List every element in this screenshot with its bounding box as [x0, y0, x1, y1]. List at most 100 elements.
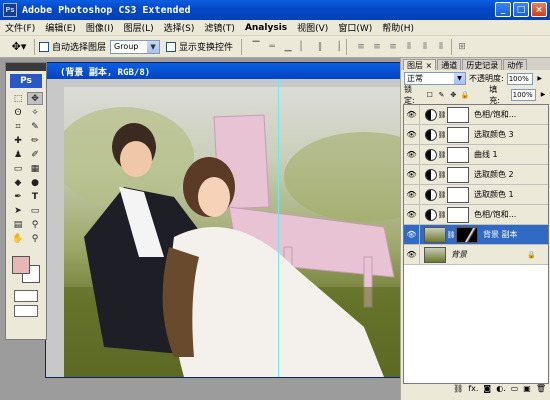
eye-icon[interactable]: 👁 — [404, 144, 420, 165]
align-vcenter-icon[interactable]: ═ — [266, 41, 278, 53]
link-icon[interactable]: ⛓ — [437, 191, 447, 199]
link-icon[interactable]: ⛓ — [437, 111, 447, 119]
distribute-vcenter-icon[interactable]: ≡ — [371, 41, 383, 53]
menu-image[interactable]: 图像(I) — [81, 21, 119, 34]
tools-panel-grip[interactable] — [6, 63, 46, 71]
tab-history[interactable]: 历史记录 — [462, 59, 503, 70]
fill-slider-arrow-icon[interactable]: ▶ — [539, 89, 547, 101]
layer-mask-thumbnail[interactable] — [447, 186, 469, 203]
tab-actions[interactable]: 动作 — [503, 59, 528, 70]
align-right-icon[interactable]: ▕ — [330, 41, 342, 53]
opacity-input[interactable]: 100% — [506, 72, 533, 85]
crop-tool-icon[interactable]: ⌗ — [10, 120, 26, 133]
layer-row[interactable]: 👁 ⛓ 选取颜色 1 — [404, 184, 548, 205]
minimize-button[interactable]: _ — [495, 2, 511, 17]
menu-help[interactable]: 帮助(H) — [377, 21, 419, 34]
link-icon[interactable]: ⛓ — [437, 151, 447, 159]
pen-tool-icon[interactable]: ✒ — [10, 190, 26, 203]
layer-row[interactable]: 👁 ⛓ 选取颜色 3 — [404, 124, 548, 145]
layer-row[interactable]: 👁 背景 🔒 — [404, 244, 548, 265]
link-icon[interactable]: ⛓ — [437, 211, 447, 219]
maximize-button[interactable]: □ — [513, 2, 529, 17]
align-top-icon[interactable]: ▔ — [250, 41, 262, 53]
slice-tool-icon[interactable]: ✎ — [27, 120, 43, 133]
eye-icon[interactable]: 👁 — [404, 105, 420, 125]
lock-position-icon[interactable]: ✥ — [449, 90, 458, 99]
eye-icon[interactable]: 👁 — [404, 124, 420, 145]
link-layers-icon[interactable]: ⛓ — [453, 384, 463, 396]
menu-edit[interactable]: 编辑(E) — [40, 21, 81, 34]
canvas[interactable] — [46, 79, 402, 377]
distribute-right-icon[interactable]: ⦀ — [435, 41, 447, 53]
distribute-top-icon[interactable]: ≡ — [355, 41, 367, 53]
layer-mask-thumbnail[interactable] — [447, 166, 469, 183]
layer-row[interactable]: 👁 ⛓ 色相/饱和... — [404, 105, 548, 125]
gradient-tool-icon[interactable]: ▦ — [27, 162, 43, 175]
menu-layer[interactable]: 图层(L) — [119, 21, 159, 34]
layer-thumbnail[interactable] — [424, 246, 446, 263]
fill-input[interactable]: 100% — [510, 88, 537, 101]
move-tool-preset-icon[interactable]: ✥▾ — [8, 38, 30, 56]
close-button[interactable]: × — [531, 2, 547, 17]
tab-channels[interactable]: 通道 — [437, 59, 462, 70]
lock-transparent-icon[interactable]: ☐ — [425, 90, 434, 99]
eye-icon[interactable]: 👁 — [404, 244, 420, 265]
brush-tool-icon[interactable]: ✏ — [27, 134, 43, 147]
move-tool-icon[interactable]: ✥ — [27, 92, 43, 105]
show-transform-checkbox[interactable] — [166, 41, 177, 52]
align-hcenter-icon[interactable]: ‖ — [314, 41, 326, 53]
tab-layers[interactable]: 图层 × — [403, 59, 437, 70]
quick-mask-button[interactable] — [14, 290, 38, 302]
distribute-bottom-icon[interactable]: ≡ — [387, 41, 399, 53]
layer-mask-thumbnail[interactable] — [456, 226, 478, 243]
eye-icon[interactable]: 👁 — [404, 224, 420, 245]
menu-select[interactable]: 选择(S) — [159, 21, 200, 34]
auto-select-dropdown[interactable]: Group ▼ — [110, 39, 161, 54]
layer-row[interactable]: 👁 ⛓ 选取颜色 2 — [404, 164, 548, 185]
foreground-color-swatch[interactable] — [12, 256, 30, 274]
shape-tool-icon[interactable]: ▭ — [27, 204, 43, 217]
eye-icon[interactable]: 👁 — [404, 184, 420, 205]
notes-tool-icon[interactable]: ▤ — [10, 218, 26, 231]
dodge-tool-icon[interactable]: ● — [27, 176, 43, 189]
history-brush-tool-icon[interactable]: ✐ — [27, 148, 43, 161]
link-icon[interactable]: ⛓ — [446, 231, 456, 239]
fx-icon[interactable]: fx. — [468, 384, 478, 396]
screen-mode-button[interactable] — [14, 305, 38, 317]
auto-align-icon[interactable]: ⊞ — [456, 41, 468, 53]
blend-mode-dropdown[interactable]: 正常 ▼ — [404, 72, 466, 85]
menu-file[interactable]: 文件(F) — [0, 21, 40, 34]
hand-tool-icon[interactable]: ✋ — [10, 232, 26, 245]
link-icon[interactable]: ⛓ — [437, 171, 447, 179]
auto-select-checkbox[interactable] — [39, 41, 49, 52]
layer-mask-thumbnail[interactable] — [447, 106, 469, 123]
layer-thumbnail[interactable] — [424, 226, 446, 243]
blur-tool-icon[interactable]: ◆ — [10, 176, 26, 189]
trash-icon[interactable]: 🗑 — [536, 384, 546, 396]
layer-row-selected[interactable]: 👁 ⛓ 背景 副本 — [404, 224, 548, 245]
menu-filter[interactable]: 滤镜(T) — [199, 21, 240, 34]
layer-row[interactable]: 👁 ⛓ 色相/饱和... — [404, 204, 548, 225]
add-mask-icon[interactable]: ◙ — [483, 384, 491, 396]
lock-all-icon[interactable]: 🔒 — [461, 90, 470, 99]
menu-analysis[interactable]: Analysis — [240, 23, 292, 33]
type-tool-icon[interactable]: T — [27, 190, 43, 203]
eye-icon[interactable]: 👁 — [404, 164, 420, 185]
layer-mask-thumbnail[interactable] — [447, 126, 469, 143]
layer-mask-thumbnail[interactable] — [447, 146, 469, 163]
new-group-icon[interactable]: ▭ — [511, 384, 519, 396]
new-layer-icon[interactable]: ▣ — [523, 384, 531, 396]
eyedropper-tool-icon[interactable]: ⚲ — [27, 218, 43, 231]
healing-brush-tool-icon[interactable]: ✚ — [10, 134, 26, 147]
link-icon[interactable]: ⛓ — [437, 131, 447, 139]
path-selection-tool-icon[interactable]: ➤ — [10, 204, 26, 217]
clone-stamp-tool-icon[interactable]: ♟ — [10, 148, 26, 161]
new-adjustment-icon[interactable]: ◐. — [496, 384, 506, 396]
eye-icon[interactable]: 👁 — [404, 204, 420, 225]
menu-window[interactable]: 窗口(W) — [333, 21, 377, 34]
layer-row[interactable]: 👁 ⛓ 曲线 1 — [404, 144, 548, 165]
marquee-tool-icon[interactable]: ⬚ — [10, 92, 26, 105]
distribute-hcenter-icon[interactable]: ⦀ — [419, 41, 431, 53]
magic-wand-tool-icon[interactable]: ✧ — [27, 106, 43, 119]
align-bottom-icon[interactable]: ▁ — [282, 41, 294, 53]
